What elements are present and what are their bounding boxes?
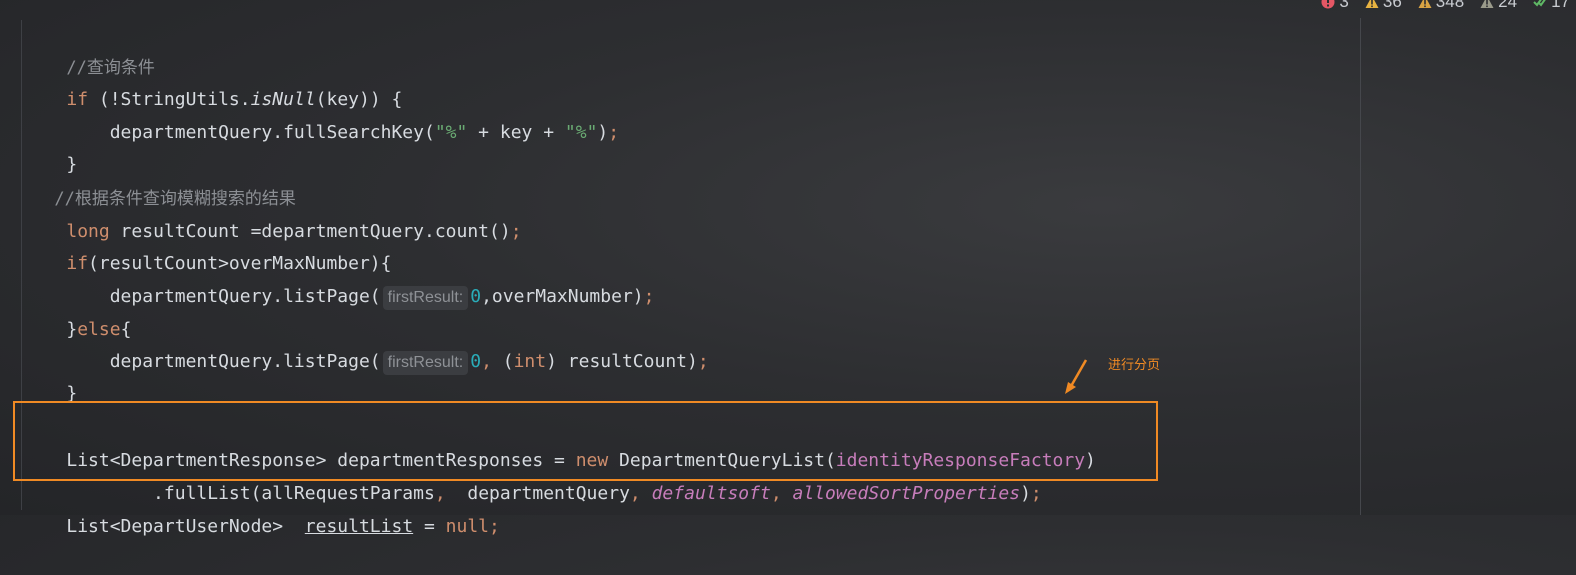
code-token: departmentQuery.listPage( [66, 351, 381, 372]
code-token: ) resultCount) [546, 351, 698, 372]
code-line-list-page-count: departmentQuery.listPage(firstResult: 0, … [23, 314, 709, 375]
code-token: ) [1020, 483, 1031, 504]
semicolon: ; [697, 351, 709, 372]
code-token: ,overMaxNumber) [481, 286, 644, 307]
inspection-widget[interactable]: 3 36 348 24 17 [1321, 0, 1570, 12]
code-line-close-brace: } [23, 117, 77, 175]
number-literal: 0 [470, 351, 482, 372]
parameter-hint: firstResult: [382, 286, 469, 310]
code-line-comment-result: //根据条件查询模糊搜索的结果 [11, 151, 295, 209]
highlight-box [13, 401, 1158, 481]
code-editor[interactable]: //查询条件 if (!StringUtils.isNull(key)) { d… [0, 0, 1576, 537]
semicolon: ; [608, 122, 620, 143]
weak-warning-icon [1418, 0, 1432, 8]
keyword-null: null [445, 516, 490, 537]
number-literal: 0 [470, 286, 482, 307]
warnings-count: 36 [1382, 0, 1402, 11]
field-default-soft: defaultsoft [651, 483, 771, 504]
errors-count: 3 [1339, 0, 1349, 11]
warning-icon [1365, 0, 1379, 8]
code-token: = [413, 516, 446, 537]
code-line-result-count: long resultCount =departmentQuery.count(… [23, 184, 521, 242]
ok-indicator[interactable]: 17 [1533, 0, 1570, 12]
comma: , [770, 483, 793, 504]
typo-icon [1480, 0, 1494, 8]
code-line-if-null: if (!StringUtils.isNull(key)) { [23, 52, 402, 110]
typos-indicator[interactable]: 24 [1480, 0, 1517, 12]
code-token: + key + [467, 122, 565, 143]
semicolon: ; [489, 516, 500, 537]
comma: , [629, 483, 652, 504]
code-token: ) [597, 122, 609, 143]
semicolon: ; [1030, 483, 1042, 504]
semicolon: ; [510, 221, 522, 242]
code-line-comment-query: //查询条件 [23, 20, 154, 78]
code-token: List<DepartUserNode> [66, 516, 305, 537]
string-literal: "%" [564, 122, 598, 143]
right-margin-guide [1360, 18, 1361, 515]
string-literal: "%" [434, 122, 468, 143]
field-allowed-sort-properties: allowedSortProperties [792, 483, 1021, 504]
code-line-close-brace: } [23, 346, 77, 404]
double-check-icon [1533, 0, 1546, 7]
error-icon [1321, 0, 1335, 9]
keyword-int: int [513, 351, 547, 372]
annotation-label: 进行分页 [1108, 358, 1161, 373]
ok-count: 17 [1551, 0, 1570, 11]
comma: , [481, 351, 503, 372]
parameter-hint: firstResult: [382, 351, 469, 375]
variable-result-list: resultList [304, 516, 414, 537]
code-token: ( [502, 351, 514, 372]
weak-warnings-count: 348 [1435, 0, 1465, 11]
code-token: departmentQuery.fullSearchKey( [66, 122, 435, 143]
warnings-indicator[interactable]: 36 [1365, 0, 1402, 12]
errors-indicator[interactable]: 3 [1321, 0, 1349, 12]
arrow-icon [1065, 359, 1088, 394]
code-line-if-over-max: if(resultCount>overMaxNumber){ [23, 216, 391, 274]
code-line-full-search: departmentQuery.fullSearchKey("%" + key … [23, 85, 619, 143]
code-line-result-list: List<DepartUserNode> resultList = null; [23, 479, 500, 537]
typos-count: 24 [1498, 0, 1518, 11]
weak-warnings-indicator[interactable]: 348 [1418, 0, 1464, 12]
code-line-else: }else{ [23, 282, 131, 340]
semicolon: ; [643, 286, 655, 307]
code-line-list-page-max: departmentQuery.listPage(firstResult: 0,o… [23, 249, 654, 310]
